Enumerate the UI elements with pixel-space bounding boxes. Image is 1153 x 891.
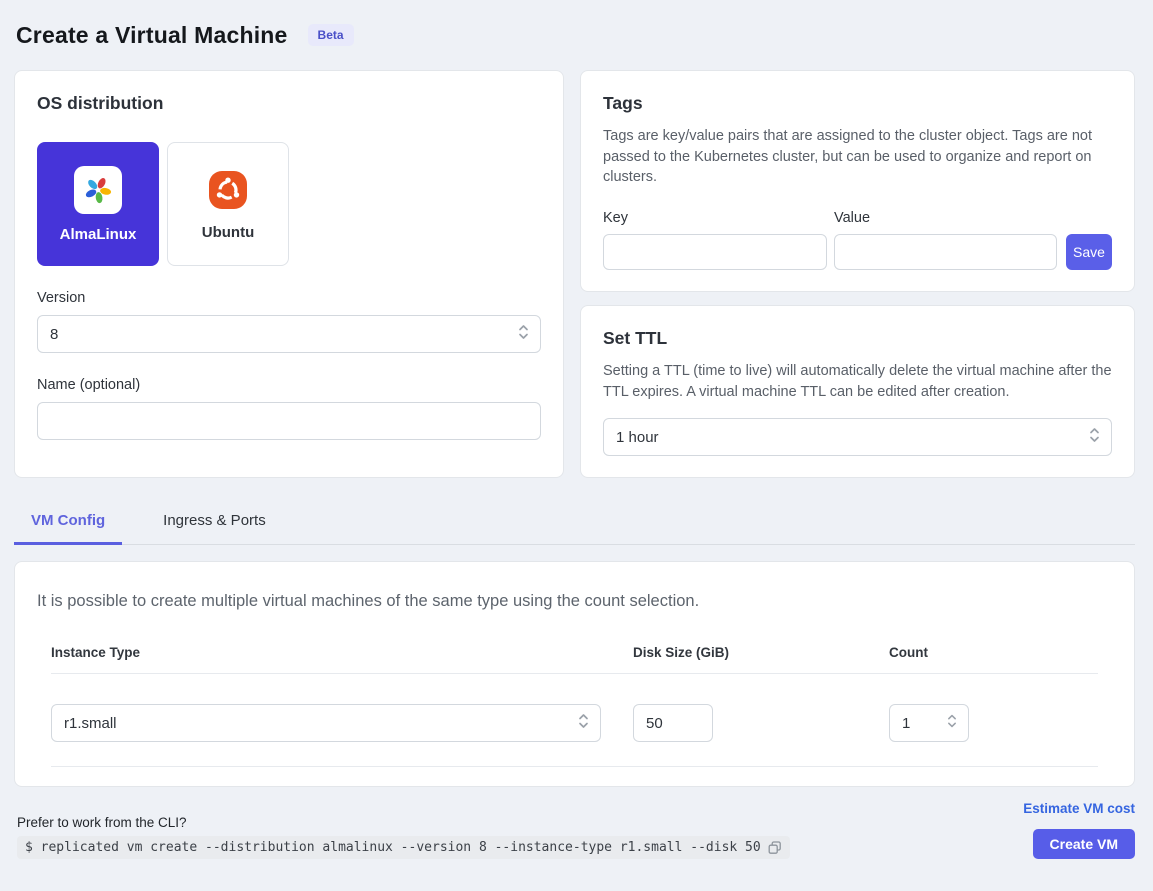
ttl-card-title: Set TTL (603, 328, 1112, 349)
vm-config-hint: It is possible to create multiple virtua… (37, 592, 1112, 611)
tab-ingress-ports[interactable]: Ingress & Ports (146, 500, 283, 545)
ubuntu-logo-icon (206, 168, 250, 212)
page-header: Create a Virtual Machine Beta (0, 0, 1153, 56)
tag-key-input[interactable] (603, 234, 827, 270)
os-tiles: AlmaLinux Ubuntu (37, 142, 541, 266)
vm-name-input[interactable] (37, 402, 541, 440)
instance-type-select[interactable]: r1.small (51, 704, 601, 742)
tag-key-value-row: Key Value Save (603, 210, 1112, 270)
cli-command-chip: $ replicated vm create --distribution al… (17, 836, 790, 859)
chevron-updown-icon (518, 324, 529, 344)
right-column: Tags Tags are key/value pairs that are a… (580, 70, 1135, 478)
set-ttl-card: Set TTL Setting a TTL (time to live) wil… (580, 305, 1135, 478)
table-row-divider (51, 766, 1098, 767)
tag-value-input[interactable] (834, 234, 1057, 270)
copy-icon[interactable] (768, 841, 782, 855)
top-grid: OS distribution AlmaLinux (14, 70, 1135, 478)
tab-vm-config[interactable]: VM Config (14, 500, 122, 545)
os-card-title: OS distribution (37, 93, 541, 114)
version-select[interactable]: 8 (37, 315, 541, 353)
ttl-select[interactable]: 1 hour (603, 418, 1112, 456)
chevron-updown-icon (1089, 427, 1100, 447)
column-count: Count (889, 645, 1098, 660)
os-distribution-card: OS distribution AlmaLinux (14, 70, 564, 478)
instance-type-value: r1.small (64, 715, 117, 732)
cli-block: Prefer to work from the CLI? $ replicate… (17, 815, 790, 859)
tag-key-column: Key (603, 210, 827, 270)
vm-config-card: It is possible to create multiple virtua… (14, 561, 1135, 787)
table-header-divider (51, 673, 1098, 674)
count-stepper[interactable]: 1 (889, 704, 969, 742)
beta-badge: Beta (308, 24, 354, 46)
save-tag-button[interactable]: Save (1066, 234, 1112, 270)
tag-value-label: Value (834, 210, 1057, 226)
tags-card: Tags Tags are key/value pairs that are a… (580, 70, 1135, 292)
chevron-updown-icon (578, 713, 589, 733)
tags-card-description: Tags are key/value pairs that are assign… (603, 126, 1112, 188)
config-tabs: VM Config Ingress & Ports (14, 500, 1135, 545)
create-vm-button[interactable]: Create VM (1033, 829, 1135, 859)
almalinux-logo-icon (74, 166, 122, 214)
disk-size-input[interactable] (633, 704, 713, 742)
cli-prompt-text: Prefer to work from the CLI? (17, 815, 790, 830)
page-title: Create a Virtual Machine (16, 22, 288, 49)
stepper-updown-icon[interactable] (947, 714, 957, 733)
column-instance-type: Instance Type (51, 645, 633, 660)
ttl-card-description: Setting a TTL (time to live) will automa… (603, 361, 1112, 402)
footer-actions: Estimate VM cost Create VM (1023, 801, 1135, 859)
version-label: Version (37, 290, 541, 306)
vm-table: Instance Type Disk Size (GiB) Count r1.s… (51, 645, 1098, 742)
vm-table-row: r1.small 1 (51, 704, 1098, 742)
cli-command-text: $ replicated vm create --distribution al… (25, 840, 761, 855)
tags-card-title: Tags (603, 93, 1112, 114)
version-select-value: 8 (50, 326, 58, 343)
create-vm-page: Create a Virtual Machine Beta OS distrib… (0, 0, 1153, 891)
os-tile-almalinux[interactable]: AlmaLinux (37, 142, 159, 266)
count-value: 1 (902, 715, 910, 732)
tag-key-label: Key (603, 210, 827, 226)
footer: Prefer to work from the CLI? $ replicate… (17, 801, 1135, 859)
column-disk-size: Disk Size (GiB) (633, 645, 889, 660)
os-tile-label: Ubuntu (202, 224, 254, 241)
os-tile-ubuntu[interactable]: Ubuntu (167, 142, 289, 266)
tag-value-column: Value (834, 210, 1057, 270)
vm-name-label: Name (optional) (37, 377, 541, 393)
vm-table-header: Instance Type Disk Size (GiB) Count (51, 645, 1098, 660)
ttl-select-value: 1 hour (616, 429, 659, 446)
os-tile-label: AlmaLinux (60, 226, 137, 243)
estimate-vm-cost-link[interactable]: Estimate VM cost (1023, 801, 1135, 816)
